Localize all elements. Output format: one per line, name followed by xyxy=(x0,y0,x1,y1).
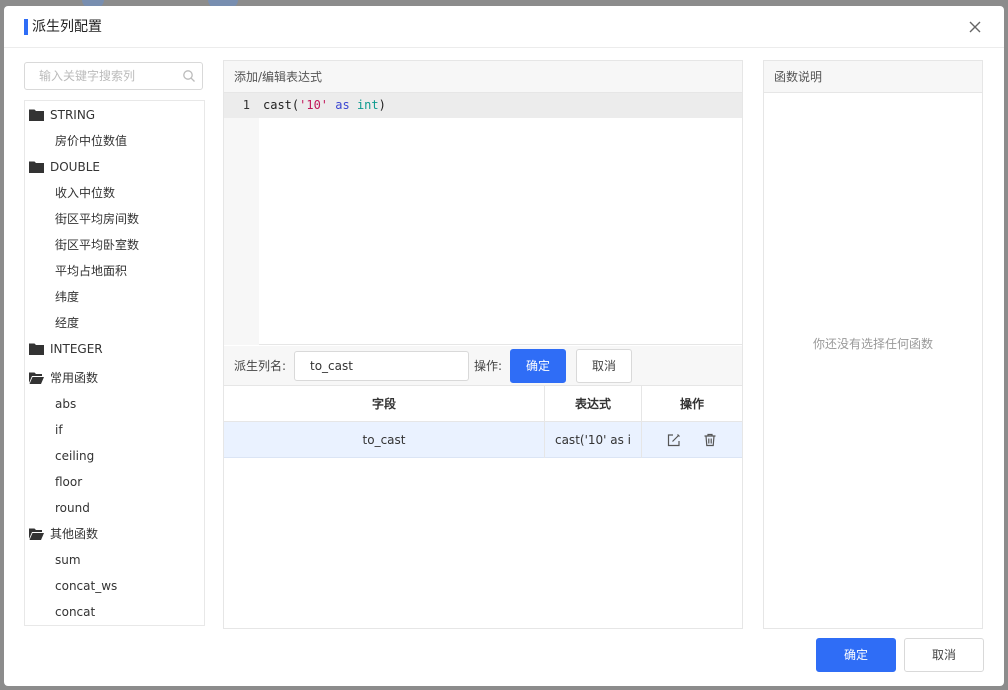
function-help-title: 函数说明 xyxy=(764,61,982,93)
code-line[interactable]: cast('10' as int) xyxy=(263,93,386,118)
code-token-type: int xyxy=(356,98,379,112)
code-token-string: '10' xyxy=(299,98,329,112)
expression-panel: 添加/编辑表达式 1 cast('10' as int) 派生列名: 操作: 确… xyxy=(223,60,743,629)
folder-icon xyxy=(29,343,44,355)
folder-icon xyxy=(29,109,44,121)
tree-item-column[interactable]: 街区平均房间数 xyxy=(25,207,139,231)
tree-folder-label: 常用函数 xyxy=(50,371,99,385)
edit-icon[interactable] xyxy=(667,433,681,447)
tree-item-column[interactable]: 房价中位数值 xyxy=(25,129,127,153)
search-icon[interactable] xyxy=(182,69,196,83)
dialog-header: 派生列配置 xyxy=(4,6,1004,48)
tree-folder-other-functions[interactable]: 其他函数 xyxy=(25,522,98,546)
tree-folder-double[interactable]: DOUBLE xyxy=(25,155,100,179)
tree-item-function[interactable]: round xyxy=(25,496,90,520)
tree-item-function[interactable]: floor xyxy=(25,470,82,494)
tree-item-function[interactable]: concat xyxy=(25,600,95,624)
tree-item-function[interactable]: sum xyxy=(25,548,81,572)
derived-column-form: 派生列名: 操作: 确定 取消 xyxy=(224,346,742,386)
code-token-paren: ) xyxy=(378,98,386,112)
column-header-actions: 操作 xyxy=(679,397,704,411)
tree-item-function[interactable]: abs xyxy=(25,392,76,416)
column-search-input[interactable] xyxy=(25,63,175,89)
tree-folder-label: 其他函数 xyxy=(50,527,99,541)
tree-item-column[interactable]: 街区平均卧室数 xyxy=(25,233,139,257)
title-accent-bar xyxy=(24,19,28,35)
tree-item-function[interactable]: concat_ws xyxy=(25,574,117,598)
close-icon[interactable] xyxy=(966,18,984,36)
tree-item-function[interactable]: ceiling xyxy=(25,444,94,468)
expression-panel-title: 添加/编辑表达式 xyxy=(224,61,742,93)
tree-folder-integer[interactable]: INTEGER xyxy=(25,337,103,361)
tree-item-column[interactable]: 经度 xyxy=(25,311,79,335)
table-row[interactable]: to_cast cast('10' as i xyxy=(224,422,742,458)
tree-folder-common-functions[interactable]: 常用函数 xyxy=(25,366,98,390)
action-label: 操作: xyxy=(474,359,503,373)
tree-folder-label: DOUBLE xyxy=(50,160,100,174)
function-help-panel: 函数说明 你还没有选择任何函数 xyxy=(763,60,983,629)
trash-icon[interactable] xyxy=(703,433,717,447)
editor-gutter xyxy=(224,93,259,345)
dialog-title: 派生列配置 xyxy=(32,19,102,35)
folder-open-icon xyxy=(29,528,44,540)
column-header-field: 字段 xyxy=(224,386,545,422)
tree-item-column[interactable]: 收入中位数 xyxy=(25,181,115,205)
folder-icon xyxy=(29,161,44,173)
cell-expression: cast('10' as i xyxy=(545,422,642,458)
cell-field: to_cast xyxy=(224,422,545,458)
code-token-function: cast( xyxy=(263,98,300,112)
tree-item-function[interactable]: if xyxy=(25,418,63,442)
tree-folder-string[interactable]: STRING xyxy=(25,103,95,127)
line-number: 1 xyxy=(242,98,250,112)
folder-open-icon xyxy=(29,372,44,384)
dialog-cancel-button[interactable]: 取消 xyxy=(904,638,984,672)
function-help-empty: 你还没有选择任何函数 xyxy=(812,337,933,351)
column-tree: STRING 房价中位数值 DOUBLE 收入中位数 街区平均房间数 街区平均卧… xyxy=(24,100,205,626)
table-header: 字段 表达式 操作 xyxy=(224,386,742,422)
code-editor[interactable]: 1 cast('10' as int) xyxy=(224,93,742,345)
tree-item-column[interactable]: 纬度 xyxy=(25,285,79,309)
dialog-confirm-button[interactable]: 确定 xyxy=(816,638,896,672)
code-token-keyword: as xyxy=(335,98,350,112)
confirm-expression-button[interactable]: 确定 xyxy=(510,349,566,383)
tree-item-column[interactable]: 平均占地面积 xyxy=(25,259,127,283)
column-search-box xyxy=(24,62,203,90)
tree-folder-label: STRING xyxy=(50,108,96,122)
derived-column-dialog: 派生列配置 STRING 房价中位数值 DOUBLE 收入中位数 街区平均房间数… xyxy=(4,6,1004,686)
column-name-input[interactable] xyxy=(294,351,469,381)
tree-folder-label: INTEGER xyxy=(50,342,103,356)
column-name-label: 派生列名: xyxy=(234,359,287,373)
column-header-expression: 表达式 xyxy=(545,386,642,422)
cancel-expression-button[interactable]: 取消 xyxy=(576,349,632,383)
